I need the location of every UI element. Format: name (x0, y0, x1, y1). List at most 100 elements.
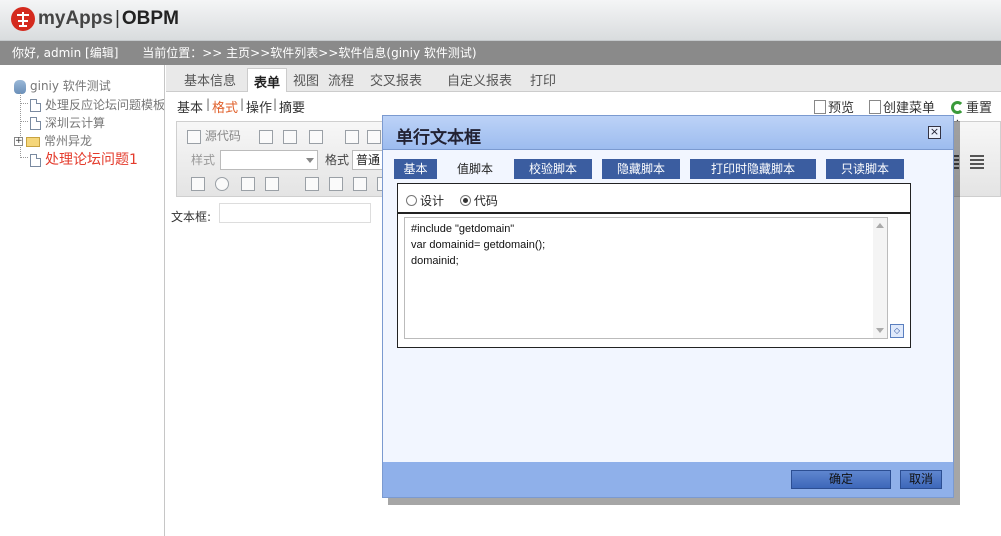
paste-icon[interactable] (309, 130, 323, 144)
create-menu-button[interactable]: 创建菜单 (869, 97, 935, 116)
code-line: var domainid= getdomain(); (411, 239, 546, 251)
style-select[interactable] (220, 150, 318, 170)
refresh-icon (951, 101, 964, 114)
dialog-tab-basic[interactable]: 基本 (394, 159, 437, 179)
cut-icon[interactable] (345, 130, 359, 144)
textarea-icon[interactable] (265, 177, 279, 191)
table-icon[interactable] (305, 177, 319, 191)
radio-design[interactable] (406, 195, 417, 206)
tree-item[interactable]: + 常州异龙 (14, 132, 92, 149)
tab-form[interactable]: 表单 (247, 68, 288, 92)
tree-item[interactable]: 处理论坛问题1 (30, 149, 138, 169)
tab-bar: 基本信息 表单 视图 流程 交叉报表 自定义报表 打印 (166, 65, 1001, 92)
breadcrumb: 当前位置：>> 主页>>软件列表>>软件信息(giniy 软件测试) (142, 46, 477, 60)
logo-suffix: OBPM (121, 8, 179, 29)
checkbox-icon[interactable] (191, 177, 205, 191)
app-logo: myApps | OBPM (38, 8, 179, 30)
user-greeting[interactable]: 你好, admin [编辑] (12, 46, 118, 60)
code-line: #include "getdomain" (411, 223, 515, 235)
tab-print[interactable]: 打印 (530, 70, 556, 89)
tab-basic-info[interactable]: 基本信息 (184, 70, 236, 89)
code-scrollbar[interactable] (873, 218, 887, 338)
tab-custom-report[interactable]: 自定义报表 (447, 70, 512, 89)
code-line: domainid; (411, 255, 459, 267)
format-label: 格式 (325, 153, 350, 167)
close-icon[interactable]: × (928, 126, 941, 139)
preview-button[interactable]: 预览 (814, 97, 854, 116)
tree-root[interactable]: giniy 软件测试 (14, 77, 111, 94)
dialog-tab-validation-script[interactable]: 校验脚本 (514, 159, 592, 179)
database-icon (14, 79, 26, 94)
tree-item[interactable]: 深圳云计算 (30, 114, 105, 131)
ok-button[interactable]: 确定 (791, 470, 891, 489)
subtab-summary[interactable]: 摘要 (279, 97, 305, 116)
mode-radio-group: 设计 代码 (406, 192, 510, 210)
text-field-input[interactable] (219, 203, 371, 223)
subtab-format[interactable]: 格式 (212, 97, 238, 116)
tree-connector (20, 103, 28, 104)
subtab-separator: | (240, 97, 245, 111)
document-icon (30, 99, 41, 112)
tab-flow[interactable]: 流程 (328, 70, 354, 89)
source-icon (187, 129, 201, 144)
subtab-basic[interactable]: 基本 (177, 97, 203, 116)
align-justify-icon[interactable] (970, 155, 984, 169)
radio-code[interactable] (459, 195, 471, 206)
single-line-textbox-dialog: 单行文本框 × 基本 值脚本 校验脚本 隐藏脚本 打印时隐藏脚本 只读脚本 设计… (382, 115, 954, 498)
radio-code-label[interactable]: 代码 (474, 194, 498, 208)
tree-icon[interactable] (353, 177, 367, 191)
script-code-editor[interactable]: #include "getdomain" var domainid= getdo… (404, 217, 888, 339)
tree-connector (20, 121, 28, 122)
textfield-icon[interactable] (241, 177, 255, 191)
new-page-icon (869, 100, 881, 114)
dialog-tab-print-hidden-script[interactable]: 打印时隐藏脚本 (690, 159, 816, 179)
tree-root-label: giniy 软件测试 (30, 79, 111, 93)
radio-icon[interactable] (215, 177, 229, 191)
tab-crosstab-report[interactable]: 交叉报表 (370, 70, 422, 89)
dialog-tab-readonly-script[interactable]: 只读脚本 (826, 159, 904, 179)
sidebar-tree: giniy 软件测试 处理反应论坛问题模板 深圳云计算 + 常州异龙 处理论坛问题… (0, 65, 165, 536)
preview-icon (814, 100, 826, 114)
source-code-label: 源代码 (204, 129, 241, 143)
find-icon[interactable] (283, 130, 297, 144)
copy-icon[interactable] (259, 130, 273, 144)
folder-icon (26, 136, 40, 147)
dialog-footer: 确定 取消 (383, 462, 953, 497)
dialog-title: 单行文本框 (396, 128, 481, 148)
cancel-button[interactable]: 取消 (900, 470, 942, 489)
format-select-value: 普通 (356, 153, 381, 167)
create-menu-label: 创建菜单 (883, 101, 936, 116)
chevron-down-icon (306, 158, 314, 163)
expand-editor-icon[interactable]: ◇ (890, 324, 904, 338)
tree-item[interactable]: 处理反应论坛问题模板 (30, 96, 164, 113)
style-label: 样式 (191, 153, 216, 167)
logo-icon (11, 7, 35, 31)
subtab-separator: | (273, 97, 278, 111)
copy-icon[interactable] (367, 130, 381, 144)
app-header: myApps | OBPM (0, 0, 1001, 41)
subtab-operation[interactable]: 操作 (246, 97, 272, 116)
subtab-separator: | (206, 97, 211, 111)
preview-label: 预览 (828, 101, 855, 116)
radio-design-label[interactable]: 设计 (420, 194, 444, 208)
document-icon (30, 153, 41, 167)
dialog-tab-hidden-script[interactable]: 隐藏脚本 (602, 159, 680, 179)
tab-view[interactable]: 视图 (293, 70, 319, 89)
dialog-titlebar[interactable]: 单行文本框 × (383, 116, 953, 150)
format-select[interactable]: 普通 (352, 150, 386, 170)
tree-item-label: 深圳云计算 (45, 116, 106, 130)
scroll-down-icon[interactable] (876, 328, 884, 333)
document-icon (30, 117, 41, 130)
tree-item-label: 常州异龙 (44, 134, 93, 148)
source-code-button[interactable]: 源代码 (187, 126, 241, 146)
tree-item-label: 处理论坛问题1 (45, 152, 138, 168)
calendar-icon[interactable] (329, 177, 343, 191)
logo-separator: | (114, 8, 120, 29)
text-field-label: 文本框: (171, 210, 212, 224)
scroll-up-icon[interactable] (876, 223, 884, 228)
dialog-tab-value-script[interactable]: 值脚本 (449, 159, 501, 179)
tree-connector (20, 157, 28, 158)
value-script-panel: 设计 代码 #include "getdomain" var domainid=… (397, 183, 911, 348)
expand-icon[interactable]: + (14, 137, 23, 146)
logo-name: myApps (38, 8, 113, 29)
